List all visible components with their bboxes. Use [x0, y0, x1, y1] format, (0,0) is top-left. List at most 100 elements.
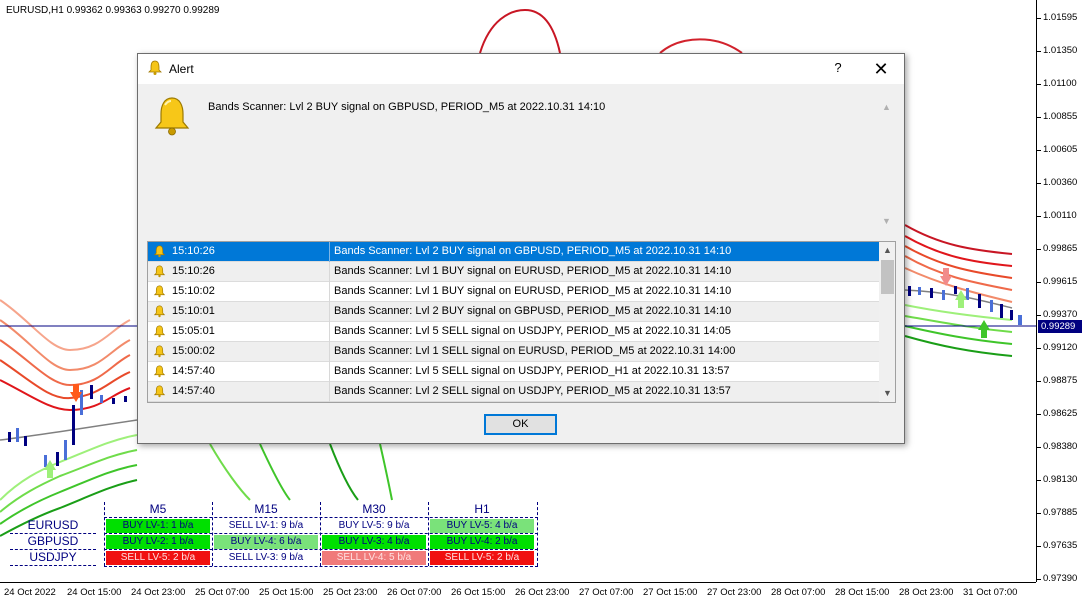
alert-time: 15:05:01 [172, 325, 215, 337]
scanner-signal-cell[interactable]: BUY LV-2: 1 b/a [106, 535, 210, 549]
list-scrollbar[interactable]: ▲ ▼ [879, 242, 895, 402]
alert-time: 15:10:02 [172, 285, 215, 297]
price-tick [1037, 348, 1041, 349]
price-tick [1037, 282, 1041, 283]
dialog-titlebar[interactable]: Alert ? ✕ [138, 54, 904, 84]
column-divider [329, 242, 330, 262]
alert-row[interactable]: 15:10:26 Bands Scanner: Lvl 1 BUY signal … [148, 262, 879, 282]
symbol-label-usdjpy[interactable]: USDJPY [10, 550, 96, 566]
time-tick-label: 27 Oct 15:00 [643, 587, 698, 598]
help-button[interactable]: ? [828, 60, 848, 78]
grid-divider [104, 533, 538, 534]
scanner-signal-cell[interactable]: SELL LV-1: 9 b/a [214, 519, 318, 533]
price-tick [1037, 183, 1041, 184]
alert-text: Bands Scanner: Lvl 2 BUY signal on GBPUS… [334, 245, 732, 257]
scanner-signal-cell[interactable]: SELL LV-4: 5 b/a [322, 551, 426, 565]
scanner-signal-cell[interactable]: SELL LV-3: 9 b/a [214, 551, 318, 565]
grid-divider [104, 502, 105, 566]
scanner-signal-cell[interactable]: SELL LV-5: 2 b/a [106, 551, 210, 565]
column-divider [329, 282, 330, 302]
timeframe-header-h1: H1 [474, 502, 490, 516]
price-tick [1037, 150, 1041, 151]
time-tick-label: 25 Oct 15:00 [259, 587, 314, 598]
price-tick [1037, 216, 1041, 217]
current-price-label: 0.99289 [1038, 320, 1082, 333]
alert-row[interactable]: 15:00:02 Bands Scanner: Lvl 1 SELL signal… [148, 342, 879, 362]
time-tick-label: 28 Oct 23:00 [899, 587, 954, 598]
price-tick [1037, 579, 1041, 580]
alert-history-list[interactable]: 14:57:40 Bands Scanner: Lvl 2 SELL signal… [147, 241, 896, 403]
scanner-signal-cell[interactable]: BUY LV-4: 2 b/a [430, 535, 534, 549]
symbol-label-eurusd[interactable]: EURUSD [10, 518, 96, 534]
price-tick [1037, 84, 1041, 85]
column-divider [329, 262, 330, 282]
scroll-up-icon[interactable]: ▲ [883, 245, 892, 255]
bell-icon [153, 285, 166, 298]
alert-time: 15:10:26 [172, 265, 215, 277]
alert-row[interactable]: 15:10:01 Bands Scanner: Lvl 2 BUY signal … [148, 302, 879, 322]
alert-row[interactable]: 14:57:40 Bands Scanner: Lvl 5 SELL signal… [148, 362, 879, 382]
scrollbar-thumb[interactable] [881, 260, 894, 294]
alert-text: Bands Scanner: Lvl 2 SELL signal on USDJ… [334, 385, 731, 397]
close-button[interactable]: ✕ [868, 57, 894, 81]
alert-time: 15:10:26 [172, 245, 215, 257]
alert-row[interactable]: 15:10:02 Bands Scanner: Lvl 1 BUY signal … [148, 282, 879, 302]
time-tick-label: 26 Oct 23:00 [515, 587, 570, 598]
price-tick-label: 1.01595 [1043, 12, 1078, 23]
time-tick-label: 24 Oct 15:00 [67, 587, 122, 598]
time-tick-label: 25 Oct 07:00 [195, 587, 250, 598]
price-tick-label: 0.99370 [1043, 309, 1078, 320]
scroll-down-icon[interactable]: ▼ [883, 388, 892, 398]
grid-divider [104, 517, 538, 518]
scroll-up-icon[interactable]: ▲ [882, 102, 891, 112]
bell-icon [154, 97, 190, 136]
dialog-title: Alert [169, 62, 194, 76]
scanner-signal-cell[interactable]: SELL LV-5: 2 b/a [430, 551, 534, 565]
price-tick [1037, 117, 1041, 118]
price-tick [1037, 513, 1041, 514]
message-scrollbar[interactable]: ▲ ▼ [880, 102, 894, 232]
scanner-signal-cell[interactable]: BUY LV-1: 1 b/a [106, 519, 210, 533]
alert-row[interactable]: 15:05:01 Bands Scanner: Lvl 5 SELL signal… [148, 322, 879, 342]
time-tick-label: 28 Oct 07:00 [771, 587, 826, 598]
grid-divider [212, 502, 213, 566]
price-tick [1037, 249, 1041, 250]
scanner-signal-cell[interactable]: BUY LV-5: 9 b/a [322, 519, 426, 533]
price-tick-label: 0.98380 [1043, 441, 1078, 452]
price-tick [1037, 546, 1041, 547]
scanner-signal-cell[interactable]: BUY LV-5: 4 b/a [430, 519, 534, 533]
scanner-signal-cell[interactable]: BUY LV-4: 6 b/a [214, 535, 318, 549]
price-tick [1037, 315, 1041, 316]
alert-row[interactable]: 14:57:40 Bands Scanner: Lvl 2 SELL signal… [148, 382, 879, 402]
chart-symbol-title: EURUSD,H1 0.99362 0.99363 0.99270 0.9928… [6, 5, 220, 16]
bell-icon [153, 305, 166, 318]
price-tick-label: 0.99615 [1043, 276, 1078, 287]
symbol-label-gbpusd[interactable]: GBPUSD [10, 534, 96, 550]
alert-text: Bands Scanner: Lvl 5 SELL signal on USDJ… [334, 365, 730, 377]
alert-row[interactable]: 15:10:26 Bands Scanner: Lvl 2 BUY signal … [148, 242, 879, 262]
scroll-down-icon[interactable]: ▼ [882, 216, 891, 226]
price-tick-label: 0.97885 [1043, 507, 1078, 518]
price-tick [1037, 18, 1041, 19]
bell-icon [153, 265, 166, 278]
time-tick-label: 24 Oct 2022 [4, 587, 56, 598]
alert-time: 14:57:40 [172, 365, 215, 377]
middle-band [0, 419, 138, 441]
grid-divider [104, 566, 538, 567]
price-tick [1037, 51, 1041, 52]
alert-dialog: Alert ? ✕ Bands Scanner: Lvl 2 BUY signa… [137, 53, 905, 444]
bell-icon [153, 345, 166, 358]
column-divider [329, 322, 330, 342]
time-tick-label: 24 Oct 23:00 [131, 587, 186, 598]
scanner-signal-cell[interactable]: BUY LV-3: 4 b/a [322, 535, 426, 549]
timeframe-header-m15: M15 [254, 502, 278, 516]
ok-button[interactable]: OK [484, 414, 557, 435]
price-tick-label: 0.97390 [1043, 573, 1078, 584]
alert-time: 15:00:02 [172, 345, 215, 357]
alert-time: 15:10:01 [172, 305, 215, 317]
alert-time: 14:57:40 [172, 385, 215, 397]
time-tick-label: 26 Oct 15:00 [451, 587, 506, 598]
price-tick [1037, 480, 1041, 481]
grid-divider [104, 549, 538, 550]
bell-icon [153, 385, 166, 398]
